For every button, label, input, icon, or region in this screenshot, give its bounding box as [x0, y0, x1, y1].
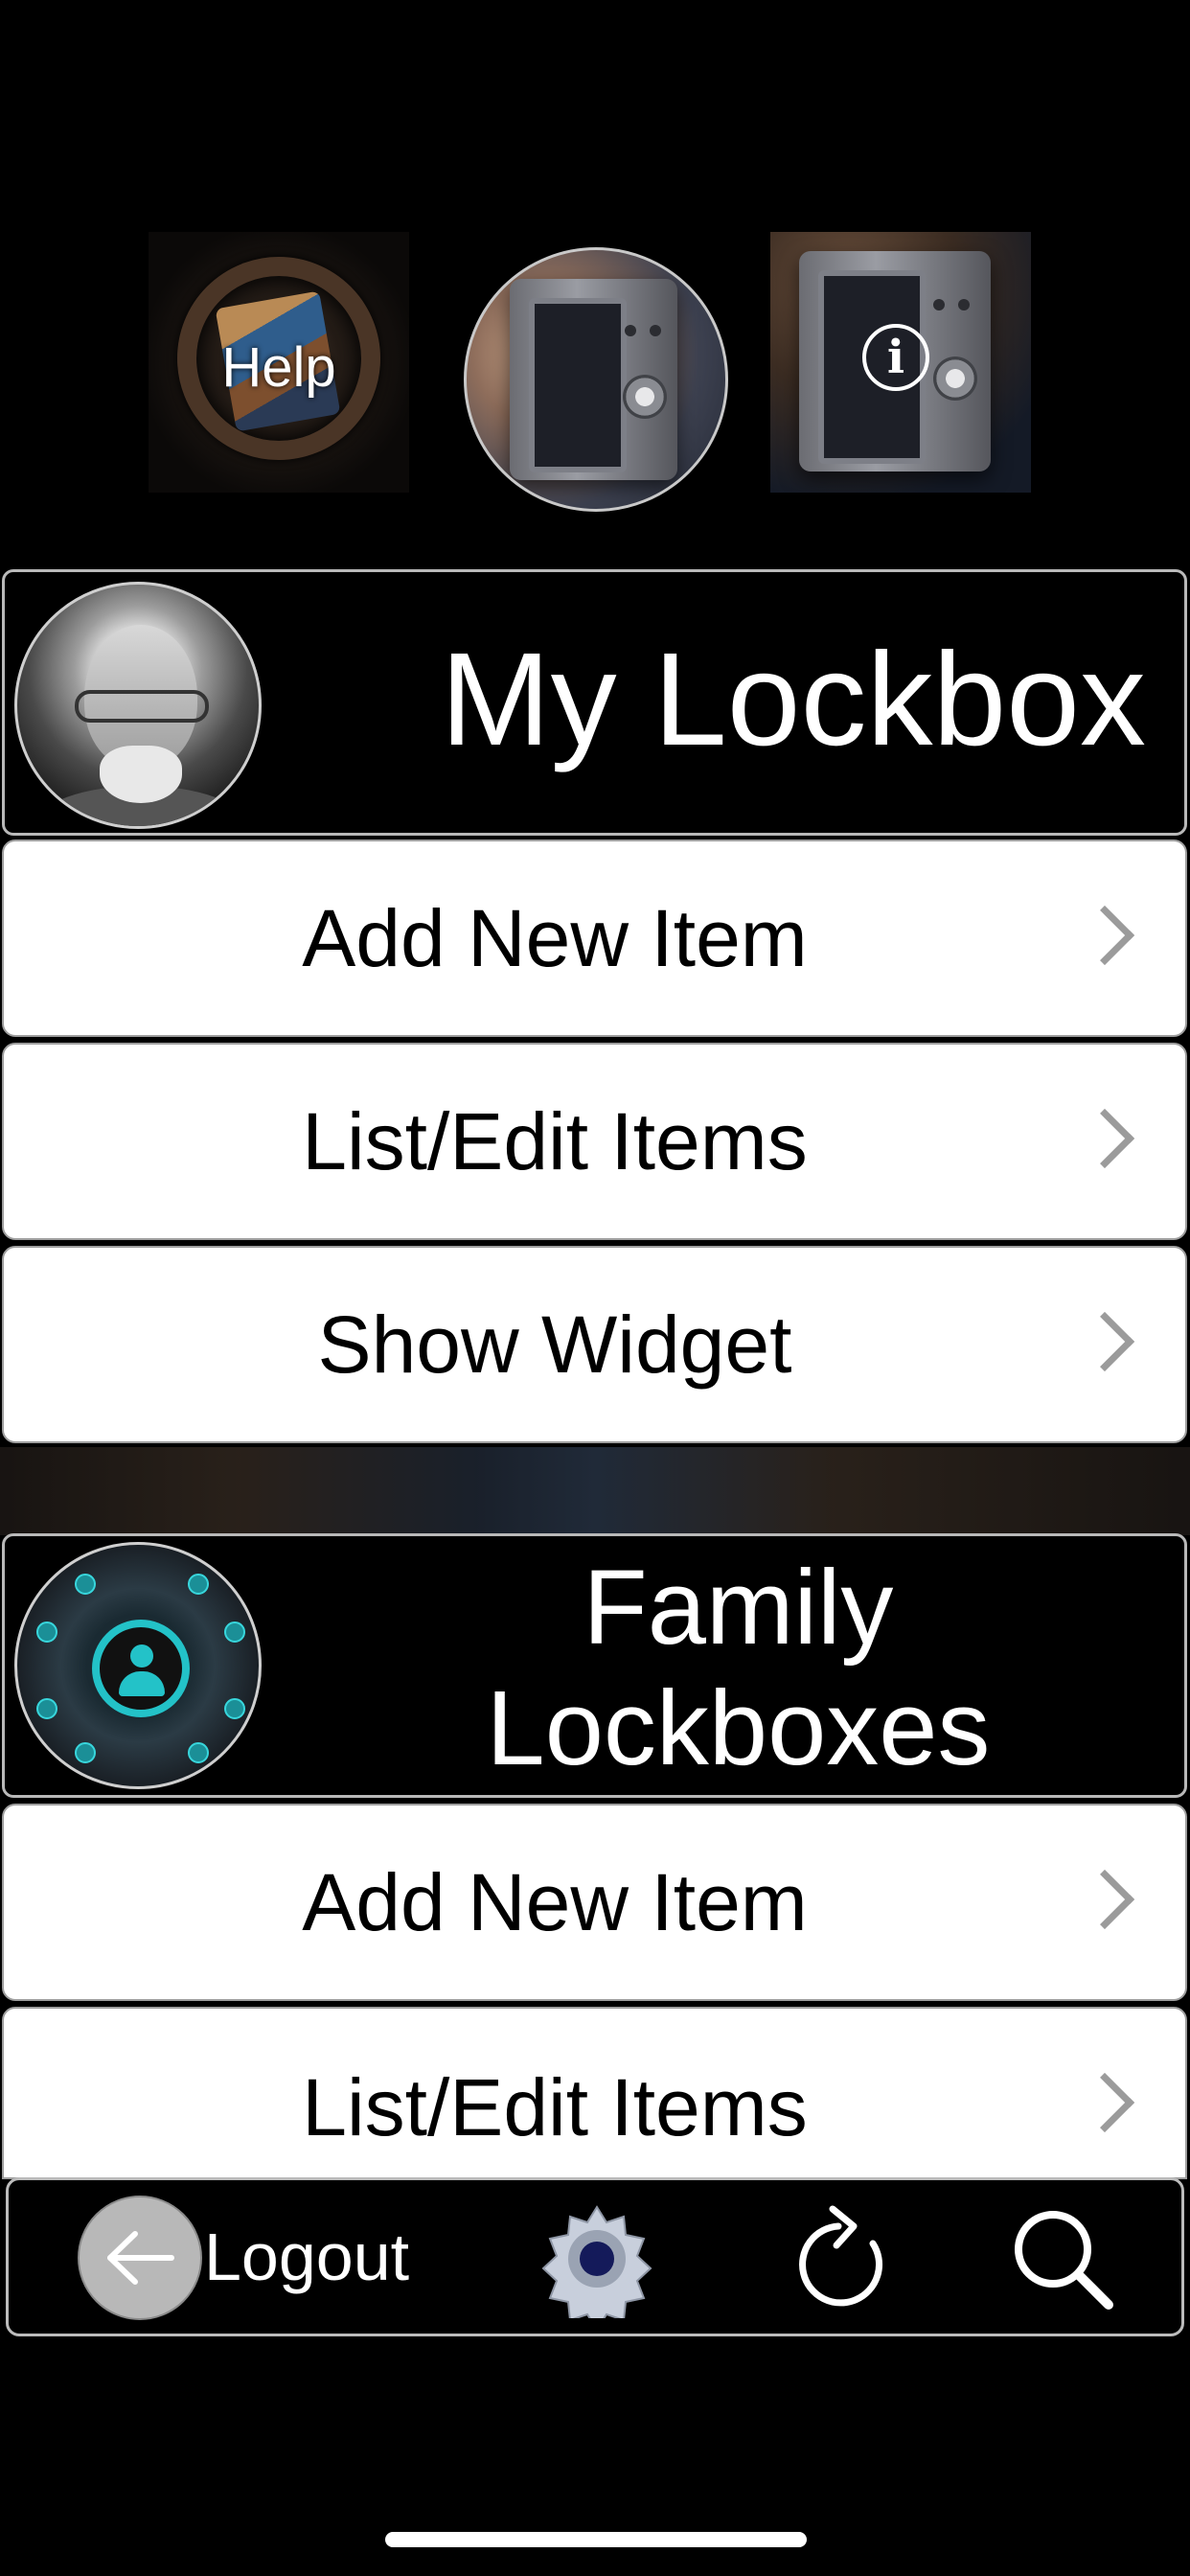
safe-icon — [510, 279, 677, 480]
menu-label: Add New Item — [302, 1856, 808, 1947]
menu-label: Add New Item — [302, 892, 808, 983]
info-icon: i — [862, 324, 929, 391]
logout-button[interactable]: Logout — [66, 2180, 449, 2334]
help-label: Help — [221, 336, 336, 399]
family-lockboxes-title: Family Lockboxes — [292, 1548, 1184, 1789]
lockbox-logo-button[interactable] — [464, 247, 728, 512]
family-list-edit-items-button[interactable]: List/Edit Items — [2, 2007, 1187, 2179]
home-indicator — [385, 2532, 807, 2547]
menu-label: List/Edit Items — [302, 1095, 808, 1186]
logout-label: Logout — [204, 2220, 410, 2294]
my-list-edit-items-button[interactable]: List/Edit Items — [2, 1043, 1187, 1240]
family-lockboxes-header: Family Lockboxes — [2, 1533, 1187, 1798]
background-image-strip — [0, 1447, 1190, 1535]
refresh-icon[interactable] — [794, 2201, 900, 2316]
safe-dial-icon — [623, 375, 667, 419]
my-add-new-item-button[interactable]: Add New Item — [2, 840, 1187, 1037]
my-lockbox-title: My Lockbox — [440, 626, 1146, 773]
menu-label: Show Widget — [317, 1299, 792, 1390]
my-lockbox-header: My Lockbox — [2, 569, 1187, 836]
show-widget-button[interactable]: Show Widget — [2, 1246, 1187, 1443]
bottom-toolbar: Logout — [6, 2177, 1184, 2336]
user-avatar — [14, 582, 262, 829]
gear-icon[interactable] — [538, 2199, 656, 2332]
arrow-left-icon — [78, 2196, 202, 2320]
family-title-line1: Family — [583, 1549, 894, 1667]
family-add-new-item-button[interactable]: Add New Item — [2, 1804, 1187, 2001]
info-tile[interactable]: i — [770, 232, 1031, 493]
help-tile[interactable]: Help — [149, 232, 409, 493]
search-icon[interactable] — [1005, 2201, 1120, 2316]
person-icon — [92, 1620, 190, 1717]
family-avatar — [14, 1542, 262, 1789]
family-title-line2: Lockboxes — [486, 1669, 991, 1787]
